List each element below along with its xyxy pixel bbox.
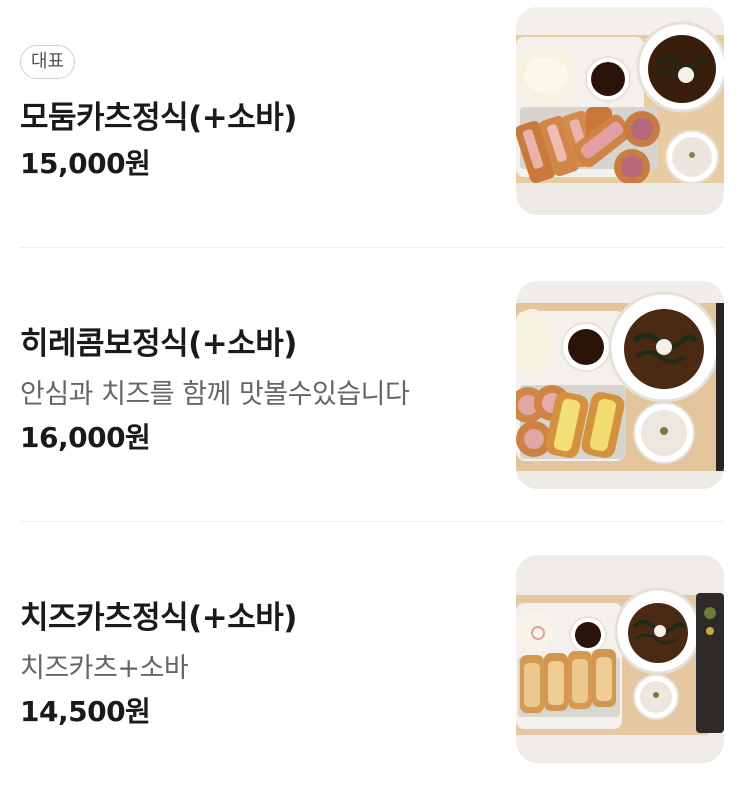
tonkatsu-set-photo-icon bbox=[516, 555, 724, 763]
tonkatsu-set-photo-icon bbox=[516, 281, 724, 489]
menu-item-photo[interactable] bbox=[516, 281, 724, 489]
signature-badge: 대표 bbox=[20, 45, 76, 79]
menu-item-hire-combo[interactable]: 히레콤보정식(+소바) 안심과 치즈를 함께 맛볼수있습니다 16,000원 bbox=[0, 274, 746, 522]
menu-item-name: 치즈카츠정식(+소바) bbox=[20, 600, 297, 636]
menu-item-description: 안심과 치즈를 함께 맛볼수있습니다 bbox=[20, 379, 410, 410]
menu-item-photo[interactable] bbox=[516, 7, 724, 215]
menu-item-name: 모둠카츠정식(+소바) bbox=[20, 100, 297, 136]
menu-item-price: 15,000원 bbox=[20, 147, 151, 180]
menu-item-price: 14,500원 bbox=[20, 695, 151, 728]
menu-divider bbox=[20, 521, 724, 522]
menu-item-price: 16,000원 bbox=[20, 421, 151, 454]
menu-item-modum-katsu[interactable]: 대표 모둠카츠정식(+소바) 15,000원 bbox=[0, 0, 746, 248]
menu-item-photo[interactable] bbox=[516, 555, 724, 763]
menu-item-name: 히레콤보정식(+소바) bbox=[20, 326, 297, 362]
menu-divider bbox=[20, 247, 724, 248]
menu-item-description: 치즈카츠+소바 bbox=[20, 653, 189, 684]
menu-item-cheese-katsu[interactable]: 치즈카츠정식(+소바) 치즈카츠+소바 14,500원 bbox=[0, 548, 746, 784]
tonkatsu-set-photo-icon bbox=[516, 7, 724, 215]
